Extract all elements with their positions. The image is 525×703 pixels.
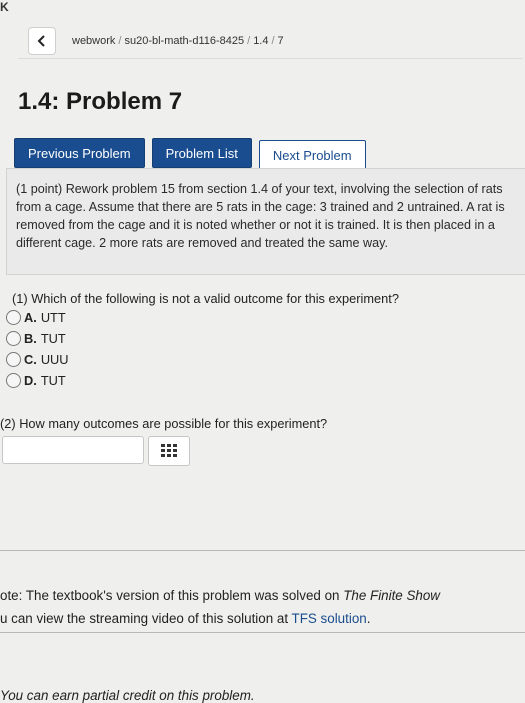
partial-credit-note: You can earn partial credit on this prob… <box>0 688 255 703</box>
solution-note: ote: The textbook's version of this prob… <box>0 584 525 630</box>
option-b[interactable]: B. TUT <box>6 328 69 349</box>
page-title: 1.4: Problem 7 <box>18 88 183 115</box>
previous-problem-button[interactable]: Previous Problem <box>14 138 145 168</box>
breadcrumb: webwork / su20-bl-math-d116-8425/1.4/7 <box>18 24 523 59</box>
option-text: UTT <box>40 310 66 325</box>
back-button[interactable] <box>28 27 56 55</box>
note-line2-text: u can view the streaming video of this s… <box>0 611 292 626</box>
section-divider <box>0 550 525 551</box>
breadcrumb-item-course[interactable]: su20-bl-math-d116-8425 <box>124 35 244 47</box>
question-1-options: A. UTT B. TUT C. UUU D. TUT <box>6 307 69 391</box>
chevron-left-icon <box>37 35 45 47</box>
note-line2-suffix: . <box>366 611 371 626</box>
radio-button[interactable] <box>6 331 21 346</box>
answer-input[interactable] <box>2 436 144 464</box>
problem-nav: Previous Problem Problem List Next Probl… <box>14 138 366 170</box>
option-text: TUT <box>40 331 66 346</box>
keypad-button[interactable] <box>148 436 190 466</box>
breadcrumb-item-webwork[interactable]: webwork <box>72 35 115 47</box>
tfs-solution-link[interactable]: TFS solution <box>292 611 367 626</box>
option-label: C. <box>24 352 37 367</box>
window-corner-mark: K <box>0 0 9 14</box>
radio-button[interactable] <box>6 352 21 367</box>
breadcrumb-item-set[interactable]: 1.4 <box>253 35 268 47</box>
problem-list-button[interactable]: Problem List <box>151 138 252 168</box>
radio-button[interactable] <box>6 310 21 325</box>
option-text: UUU <box>40 352 69 367</box>
question-1-text: (1) Which of the following is not a vali… <box>12 291 399 306</box>
problem-statement: (1 point) Rework problem 15 from section… <box>16 182 505 250</box>
option-text: TUT <box>40 373 66 388</box>
grid-keypad-icon <box>161 444 177 457</box>
option-label: B. <box>24 331 37 346</box>
note-line1-text: ote: The textbook's version of this prob… <box>0 588 344 603</box>
option-c[interactable]: C. UUU <box>6 349 69 370</box>
next-problem-button[interactable]: Next Problem <box>258 140 366 170</box>
breadcrumb-trail: webwork / su20-bl-math-d116-8425/1.4/7 <box>72 35 284 47</box>
option-d[interactable]: D. TUT <box>6 370 69 391</box>
option-label: A. <box>24 310 37 325</box>
breadcrumb-item-problem: 7 <box>277 35 284 47</box>
radio-button[interactable] <box>6 373 21 388</box>
option-a[interactable]: A. UTT <box>6 307 69 328</box>
section-divider <box>0 632 525 633</box>
question-2-text: (2) How many outcomes are possible for t… <box>0 416 328 431</box>
option-label: D. <box>24 373 37 388</box>
note-book-title: The Finite Show <box>343 588 440 603</box>
